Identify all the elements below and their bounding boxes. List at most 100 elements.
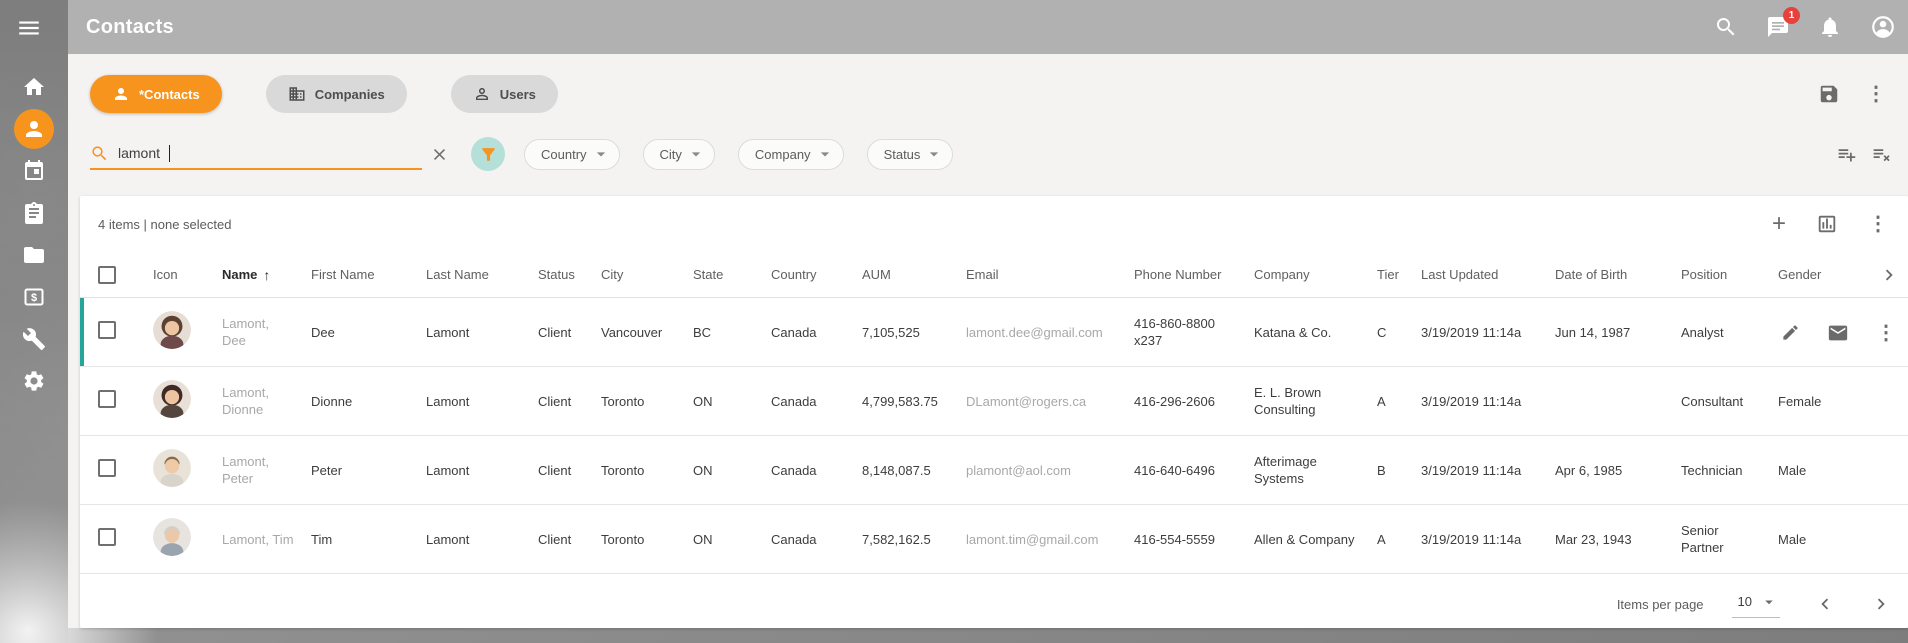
cell-country: Canada (771, 531, 862, 548)
chip-company-label: Company (755, 147, 811, 162)
column-header-aum[interactable]: AUM (862, 267, 966, 282)
search-value: lamont (118, 145, 160, 161)
playlist-remove-icon[interactable] (1871, 144, 1892, 165)
cell-country: Canada (771, 462, 862, 479)
save-icon[interactable] (1818, 83, 1840, 105)
column-header-phone[interactable]: Phone Number (1134, 267, 1254, 282)
row-kebab-icon[interactable]: ⋮ (1876, 323, 1896, 343)
tab-contacts[interactable]: *Contacts (90, 75, 222, 113)
cell-dob: Jun 14, 1987 (1555, 324, 1681, 341)
column-header-last-name[interactable]: Last Name (426, 267, 538, 282)
sidebar-item-documents[interactable] (0, 234, 68, 276)
search-input[interactable]: lamont (90, 138, 422, 170)
add-icon[interactable]: + (1772, 212, 1786, 236)
row-checkbox[interactable] (98, 528, 116, 546)
checkbox-cell (98, 528, 153, 550)
app-root: $ Contacts 1 (0, 0, 1908, 643)
menu-icon[interactable] (16, 15, 52, 41)
column-header-dob[interactable]: Date of Birth (1555, 267, 1681, 282)
column-header-country[interactable]: Country (771, 267, 862, 282)
edit-icon[interactable] (1781, 323, 1800, 342)
sidebar-nav: $ (0, 66, 68, 402)
mail-icon[interactable] (1827, 322, 1849, 344)
next-page-icon[interactable] (1870, 593, 1892, 615)
column-header-icon[interactable]: Icon (153, 267, 222, 282)
table-row[interactable]: Lamont, Peter Peter Lamont Client Toront… (80, 436, 1908, 505)
column-header-gender[interactable]: Gender (1778, 267, 1862, 282)
cell-gender: Female (1778, 393, 1862, 410)
toolbar-actions: ⋮ (1818, 83, 1894, 105)
table-row[interactable]: Lamont, Dionne Dionne Lamont Client Toro… (80, 367, 1908, 436)
row-checkbox[interactable] (98, 459, 116, 477)
filter-funnel-icon[interactable] (471, 137, 505, 171)
cell-name: Lamont, Dionne (222, 384, 311, 418)
tab-contacts-label: *Contacts (139, 87, 200, 102)
cell-position: Senior Partner (1681, 522, 1778, 556)
cell-last-updated: 3/19/2019 11:14a (1421, 393, 1555, 410)
page-size-value: 10 (1738, 594, 1752, 609)
table-footer: Items per page 10 (80, 580, 1908, 628)
tab-users[interactable]: Users (451, 75, 558, 113)
column-header-state[interactable]: State (693, 267, 771, 282)
column-header-position[interactable]: Position (1681, 267, 1778, 282)
cell-last-updated: 3/19/2019 11:14a (1421, 531, 1555, 548)
table-row[interactable]: Lamont, Tim Tim Lamont Client Toronto ON… (80, 505, 1908, 574)
entity-tabs: *Contacts Companies Users (90, 75, 558, 113)
notifications-icon[interactable] (1818, 14, 1844, 40)
column-header-tier[interactable]: Tier (1377, 267, 1421, 282)
chip-city-label: City (660, 147, 682, 162)
search-icon[interactable] (1714, 14, 1740, 40)
sidebar-item-tools[interactable] (0, 318, 68, 360)
table-row[interactable]: Lamont, Dee Dee Lamont Client Vancouver … (80, 298, 1908, 367)
row-checkbox[interactable] (98, 321, 116, 339)
select-all-checkbox[interactable] (98, 266, 116, 284)
account-icon[interactable] (1870, 14, 1896, 40)
cell-last-updated: 3/19/2019 11:14a (1421, 462, 1555, 479)
column-header-status[interactable]: Status (538, 267, 601, 282)
clear-search-icon[interactable] (430, 145, 449, 164)
column-header-name[interactable]: Name ↑ (222, 267, 311, 283)
card-kebab-icon[interactable]: ⋮ (1868, 214, 1888, 234)
column-header-email[interactable]: Email (966, 267, 1134, 282)
column-header-city[interactable]: City (601, 267, 693, 282)
chip-status-label: Status (884, 147, 921, 162)
filter-chip-status[interactable]: Status (867, 139, 954, 170)
chat-icon[interactable]: 1 (1766, 14, 1792, 40)
sidebar-item-settings[interactable] (0, 360, 68, 402)
gear-icon (14, 361, 54, 401)
cell-email: lamont.dee@gmail.com (966, 324, 1134, 341)
cell-aum: 8,148,087.5 (862, 462, 966, 479)
sidebar-item-billing[interactable]: $ (0, 276, 68, 318)
cell-first-name: Dee (311, 324, 426, 341)
column-header-first-name[interactable]: First Name (311, 267, 426, 282)
page-size-select[interactable]: 10 (1732, 591, 1780, 618)
dollar-box-icon: $ (14, 277, 54, 317)
sort-asc-icon: ↑ (263, 267, 270, 283)
cell-tier: A (1377, 393, 1421, 410)
chart-icon[interactable] (1816, 213, 1838, 235)
cell-company: Allen & Company (1254, 531, 1377, 548)
filter-chip-company[interactable]: Company (738, 139, 844, 170)
chevron-down-icon (591, 144, 611, 164)
tab-companies[interactable]: Companies (266, 75, 407, 113)
cell-name: Lamont, Peter (222, 453, 311, 487)
person-icon (112, 85, 130, 103)
scroll-columns-right-icon[interactable] (1878, 264, 1900, 286)
column-header-company[interactable]: Company (1254, 267, 1377, 282)
column-header-last-updated[interactable]: Last Updated (1421, 267, 1555, 282)
prev-page-icon[interactable] (1814, 593, 1836, 615)
sidebar: $ (0, 0, 68, 643)
page-title: Contacts (86, 16, 174, 39)
sidebar-item-home[interactable] (0, 66, 68, 108)
sidebar-item-tasks[interactable] (0, 192, 68, 234)
sidebar-item-calendar[interactable] (0, 150, 68, 192)
filter-chip-country[interactable]: Country (524, 139, 620, 170)
row-checkbox[interactable] (98, 390, 116, 408)
filter-chip-city[interactable]: City (643, 139, 715, 170)
sidebar-item-contacts[interactable] (0, 108, 68, 150)
cell-phone: 416-640-6496 (1134, 462, 1254, 479)
cell-last-name: Lamont (426, 531, 538, 548)
playlist-add-icon[interactable] (1836, 144, 1857, 165)
column-header-name-label: Name (222, 267, 257, 282)
toolbar-kebab-icon[interactable]: ⋮ (1866, 84, 1886, 104)
